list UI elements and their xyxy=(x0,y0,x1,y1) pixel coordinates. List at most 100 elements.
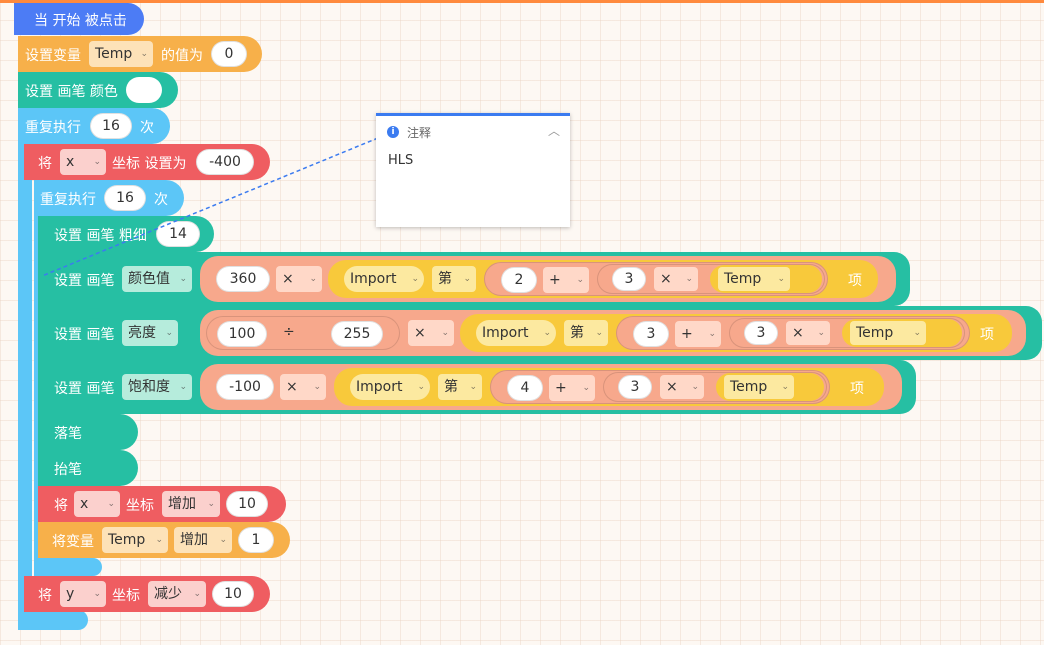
brightness-add-operator-dropdown[interactable]: + ⌄ xyxy=(675,321,721,347)
change-y-value-input[interactable]: 10 xyxy=(212,581,254,607)
saturation-inner-multiply-expression[interactable]: 3 × ⌄ Temp ⌄ xyxy=(603,372,827,402)
top-accent-bar xyxy=(0,0,1044,3)
brightness-inner-left-input[interactable]: 3 xyxy=(744,321,778,345)
change-variable-block[interactable]: 将变量 Temp ⌄ 增加 ⌄ 1 xyxy=(38,522,290,558)
saturation-constant-input[interactable]: -100 xyxy=(216,374,274,400)
list-dropdown[interactable]: Import ⌄ xyxy=(476,320,556,346)
chevron-down-icon: ⌄ xyxy=(781,382,789,392)
change-y-coordinate-block[interactable]: 将 y ⌄ 坐标 减少 ⌄ 10 xyxy=(24,576,270,612)
brightness-operator-dropdown[interactable]: × ⌄ xyxy=(408,320,454,346)
change-variable-value-input[interactable]: 1 xyxy=(238,527,274,553)
brightness-temp-reporter[interactable]: Temp ⌄ xyxy=(842,319,962,347)
brightness-inner-operator-dropdown[interactable]: × ⌄ xyxy=(786,321,830,345)
axis-dropdown-x[interactable]: x ⌄ xyxy=(74,491,120,517)
temp-variable-dropdown[interactable]: Temp ⌄ xyxy=(718,267,790,291)
temp-variable-dropdown[interactable]: Temp ⌄ xyxy=(724,375,794,399)
saturation-operator-dropdown[interactable]: × ⌄ xyxy=(280,374,326,400)
set-pen-brightness-block[interactable]: 设置 画笔 亮度 ⌄ 100 ÷ 255 × ⌄ Import ⌄ 第 ⌄ 3 + ⌄ xyxy=(38,306,1042,360)
repeat-outer-count-input[interactable]: 16 xyxy=(90,113,132,139)
list-item-reporter[interactable]: Import ⌄ 第 ⌄ 2 + ⌄ 3 × ⌄ Temp ⌄ 项 xyxy=(328,260,878,298)
set-x-coordinate-block[interactable]: 将 x ⌄ 坐标 设置为 -400 xyxy=(24,144,270,180)
comment-box[interactable]: i 注释 ︿ HLS xyxy=(376,113,570,227)
saturation-temp-reporter[interactable]: Temp ⌄ xyxy=(716,373,824,401)
variable-dropdown[interactable]: Temp ⌄ xyxy=(102,527,168,553)
repeat-inner-label: 重复执行 xyxy=(40,192,96,208)
set-pen-size-label: 设置 画笔 粗细 xyxy=(54,228,147,244)
nth-dropdown[interactable]: 第 ⌄ xyxy=(564,320,608,346)
brightness-divide-expression[interactable]: 100 ÷ 255 xyxy=(206,316,400,350)
hue-inner-left-input[interactable]: 3 xyxy=(612,267,646,291)
hue-inner-operator-dropdown[interactable]: × ⌄ xyxy=(654,267,698,291)
change-op-dropdown[interactable]: 减少 ⌄ xyxy=(148,581,206,607)
set-pen-saturation-block[interactable]: 设置 画笔 饱和度 ⌄ -100 × ⌄ Import ⌄ 第 ⌄ 4 + ⌄ 3 xyxy=(38,360,916,414)
chevron-down-icon: ⌄ xyxy=(313,382,321,392)
pen-color-swatch[interactable] xyxy=(126,77,162,103)
event-when-start-block[interactable]: 当 开始 被点击 xyxy=(14,3,144,35)
pen-property-dropdown-saturation[interactable]: 饱和度 ⌄ xyxy=(122,374,192,400)
change-op-dropdown[interactable]: 增加 ⌄ xyxy=(162,491,220,517)
temp-variable-dropdown[interactable]: Temp ⌄ xyxy=(850,321,926,345)
hue-temp-reporter[interactable]: Temp ⌄ xyxy=(710,265,822,293)
set-x-value-input[interactable]: -400 xyxy=(196,149,254,175)
chevron-down-icon: ⌄ xyxy=(691,382,699,392)
pen-up-label: 抬笔 xyxy=(54,462,82,478)
pen-property-dropdown-brightness[interactable]: 亮度 ⌄ xyxy=(122,320,178,346)
nth-dropdown[interactable]: 第 ⌄ xyxy=(438,374,482,400)
comment-body[interactable]: HLS xyxy=(388,153,413,168)
brightness-add-expression[interactable]: 3 + ⌄ 3 × ⌄ Temp ⌄ xyxy=(616,316,970,350)
chevron-down-icon: ⌄ xyxy=(913,328,921,338)
set-variable-block[interactable]: 设置变量 Temp ⌄ 的值为 0 xyxy=(18,36,262,72)
brightness-divisor-input[interactable]: 255 xyxy=(331,321,383,347)
chevron-down-icon: ⌄ xyxy=(207,499,215,509)
saturation-inner-left-input[interactable]: 3 xyxy=(618,375,652,399)
item-label: 项 xyxy=(850,381,864,397)
saturation-add-expression[interactable]: 4 + ⌄ 3 × ⌄ Temp ⌄ xyxy=(490,370,830,404)
collapse-caret-icon[interactable]: ︿ xyxy=(548,122,560,139)
set-pen-color-block[interactable]: 设置 画笔 颜色 xyxy=(18,72,178,108)
repeat-outer-block[interactable]: 重复执行 16 次 xyxy=(18,108,170,144)
saturation-add-operator-dropdown[interactable]: + ⌄ xyxy=(549,375,595,401)
brightness-dividend-input[interactable]: 100 xyxy=(217,321,267,347)
set-variable-value-input[interactable]: 0 xyxy=(211,41,247,67)
hue-operator-dropdown[interactable]: × ⌄ xyxy=(276,266,322,292)
set-variable-label: 设置变量 xyxy=(25,48,81,64)
hue-inner-multiply-expression[interactable]: 3 × ⌄ Temp ⌄ xyxy=(597,264,825,294)
saturation-inner-operator-dropdown[interactable]: × ⌄ xyxy=(660,375,704,399)
list-item-reporter[interactable]: Import ⌄ 第 ⌄ 3 + ⌄ 3 × ⌄ Temp ⌄ 项 xyxy=(460,314,1012,352)
hue-constant-input[interactable]: 360 xyxy=(216,266,270,292)
change-x-coordinate-block[interactable]: 将 x ⌄ 坐标 增加 ⌄ 10 xyxy=(38,486,286,522)
axis-dropdown-y[interactable]: y ⌄ xyxy=(60,581,106,607)
axis-dropdown-x[interactable]: x ⌄ xyxy=(60,149,106,175)
brightness-multiply-expression[interactable]: 100 ÷ 255 × ⌄ Import ⌄ 第 ⌄ 3 + ⌄ 3 × ⌄ T… xyxy=(200,310,1026,356)
set-pen-hue-block[interactable]: 设置 画笔 颜色值⌄ 360 ×⌄ Import⌄ 第⌄ 2 +⌄ 3 xyxy=(38,252,910,306)
event-label: 当 开始 被点击 xyxy=(34,13,127,29)
saturation-multiply-expression[interactable]: -100 × ⌄ Import ⌄ 第 ⌄ 4 + ⌄ 3 × ⌄ Temp ⌄… xyxy=(200,364,902,410)
variable-dropdown[interactable]: Temp ⌄ xyxy=(89,41,153,67)
repeat-inner-count-input[interactable]: 16 xyxy=(104,185,146,211)
brightness-inner-multiply-expression[interactable]: 3 × ⌄ Temp ⌄ xyxy=(729,318,965,348)
list-item-reporter[interactable]: Import ⌄ 第 ⌄ 4 + ⌄ 3 × ⌄ Temp ⌄ 项 xyxy=(334,368,884,406)
pen-down-block[interactable]: 落笔 xyxy=(38,414,138,450)
hue-add-operator-dropdown[interactable]: + ⌄ xyxy=(543,267,589,293)
hue-add-expression[interactable]: 2 + ⌄ 3 × ⌄ Temp ⌄ xyxy=(484,262,828,296)
nth-dropdown[interactable]: 第 ⌄ xyxy=(432,266,476,292)
list-dropdown[interactable]: Import ⌄ xyxy=(350,374,430,400)
pen-property-dropdown-hue[interactable]: 颜色值 ⌄ xyxy=(122,266,192,292)
change-x-value-input[interactable]: 10 xyxy=(226,491,268,517)
brightness-add-left-input[interactable]: 3 xyxy=(633,321,669,347)
hue-multiply-expression[interactable]: 360 × ⌄ Import ⌄ 第 ⌄ 2 + ⌄ 3 × ⌄ Temp ⌄ … xyxy=(200,256,896,302)
change-x-label: 将 xyxy=(54,498,68,514)
list-dropdown[interactable]: Import ⌄ xyxy=(344,266,424,292)
pen-up-block[interactable]: 抬笔 xyxy=(38,450,138,486)
set-pen-size-block[interactable]: 设置 画笔 粗细 14 xyxy=(38,216,214,252)
repeat-inner-block[interactable]: 重复执行 16 次 xyxy=(34,180,184,216)
repeat-outer-label: 重复执行 xyxy=(25,120,81,136)
change-op-dropdown[interactable]: 增加 ⌄ xyxy=(174,527,232,553)
hue-add-left-input[interactable]: 2 xyxy=(501,267,537,293)
saturation-add-left-input[interactable]: 4 xyxy=(507,375,543,401)
repeat-outer-foot xyxy=(18,610,88,630)
chevron-down-icon: ⌄ xyxy=(193,589,201,599)
chevron-down-icon: ⌄ xyxy=(107,499,115,509)
chevron-down-icon: ⌄ xyxy=(543,328,551,338)
pen-size-input[interactable]: 14 xyxy=(156,221,200,247)
